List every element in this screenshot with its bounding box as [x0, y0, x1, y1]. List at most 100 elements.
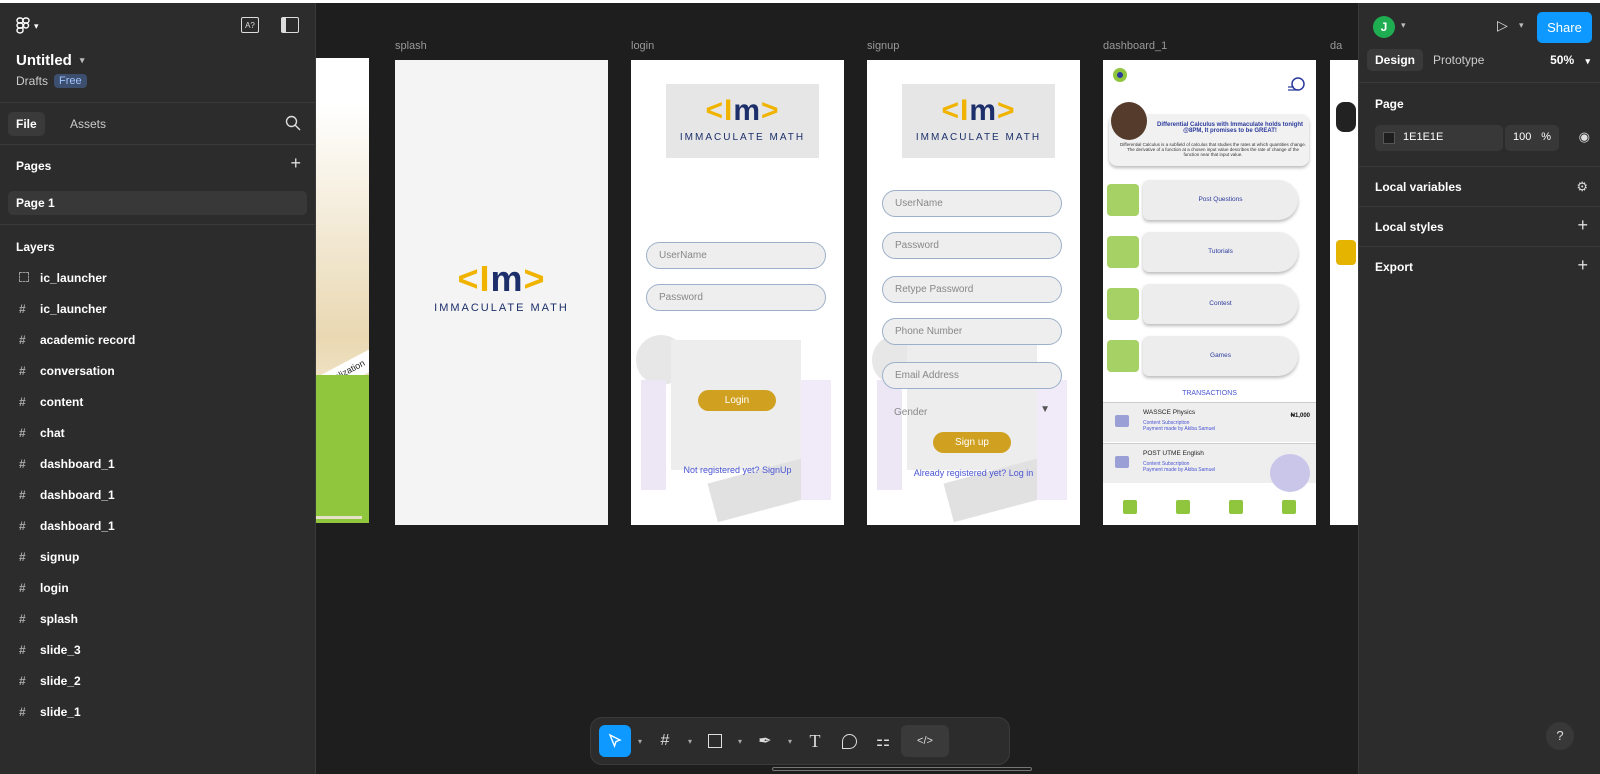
chevron-down-icon[interactable]: ▾	[733, 737, 747, 746]
search-icon[interactable]	[285, 115, 301, 131]
nav-chart-icon[interactable]	[1175, 500, 1190, 514]
design-canvas[interactable]: socialization splash <Im> IMMACULATE MAT…	[316, 3, 1358, 774]
dev-mode-icon[interactable]: </>	[901, 725, 949, 757]
phone-input[interactable]: Phone Number	[882, 318, 1062, 345]
layer-item[interactable]: # slide_2	[0, 666, 316, 696]
eye-icon[interactable]: ◉	[1579, 129, 1590, 145]
frame-label[interactable]: dashboard_1	[1103, 40, 1167, 52]
transaction-row[interactable]: POST UTME English Content Subscription P…	[1103, 443, 1316, 492]
panel-toggle-icon[interactable]	[281, 17, 299, 33]
menu-contest[interactable]: Contest	[1143, 284, 1298, 324]
password-input[interactable]: Password	[646, 284, 826, 311]
avatar	[1111, 102, 1147, 140]
actions-tool-icon[interactable]: ⚏	[867, 725, 899, 757]
layer-item[interactable]: # login	[0, 573, 316, 603]
page-item[interactable]: Page 1	[8, 191, 307, 215]
announcement-card[interactable]: Differential Calculus with Immaculate ho…	[1109, 102, 1309, 166]
frame-label[interactable]: login	[631, 40, 654, 52]
layer-item[interactable]: # conversation	[0, 356, 316, 386]
frame-tool-icon[interactable]: #	[649, 725, 681, 757]
layer-item[interactable]: # dashboard_1	[0, 449, 316, 479]
splash-frame[interactable]: <Im> IMMACULATE MATH	[395, 60, 608, 525]
drafts-label[interactable]: Drafts	[16, 74, 48, 88]
layer-item[interactable]: # slide_1	[0, 697, 316, 727]
transaction-payer: Payment made by Akiba Samuel	[1143, 426, 1216, 432]
signup-frame[interactable]: <Im> IMMACULATE MATH UserName Password Re…	[867, 60, 1080, 525]
video-icon	[1115, 456, 1129, 468]
signup-button[interactable]: Sign up	[933, 432, 1011, 453]
menu-games[interactable]: Games	[1143, 336, 1298, 376]
layer-item[interactable]: # ic_launcher	[0, 294, 316, 324]
nav-list-icon[interactable]	[1122, 500, 1137, 514]
user-avatar[interactable]: J	[1373, 16, 1395, 38]
horizontal-scrollbar[interactable]	[772, 767, 1032, 771]
slide-frame[interactable]: socialization	[316, 58, 369, 523]
opacity-field[interactable]: 100%	[1505, 125, 1559, 151]
zoom-level[interactable]: 50% ▾	[1550, 53, 1590, 67]
frame-label[interactable]: splash	[395, 40, 427, 52]
add-page-icon[interactable]: +	[290, 153, 301, 174]
username-input[interactable]: UserName	[646, 242, 826, 269]
menu-tutorials[interactable]: Tutorials	[1143, 232, 1298, 272]
gender-select[interactable]: Gender ▼	[882, 400, 1062, 427]
login-frame[interactable]: <Im> IMMACULATE MATH UserName Password Lo…	[631, 60, 844, 525]
local-styles-section[interactable]: Local styles +	[1359, 207, 1600, 247]
frame-label[interactable]: signup	[867, 40, 899, 52]
signup-link[interactable]: Not registered yet? SignUp	[631, 465, 844, 475]
layer-item[interactable]: # splash	[0, 604, 316, 634]
layer-item[interactable]: # chat	[0, 418, 316, 448]
dashboard-frame[interactable]: Differential Calculus with Immaculate ho…	[1103, 60, 1316, 525]
comment-tool-icon[interactable]	[833, 725, 865, 757]
font-icon[interactable]: A?	[241, 17, 259, 33]
app-logo-icon	[1113, 68, 1127, 82]
add-style-icon[interactable]: +	[1577, 215, 1588, 236]
text-tool-icon[interactable]: T	[799, 725, 831, 757]
local-variables-section[interactable]: Local variables ⚙	[1359, 167, 1600, 207]
login-link[interactable]: Already registered yet? Log in	[867, 468, 1080, 478]
rectangle-tool-icon[interactable]	[699, 725, 731, 757]
tab-assets[interactable]: Assets	[62, 112, 114, 136]
chevron-down-icon[interactable]: ▾	[683, 737, 697, 746]
layer-item[interactable]: ic_launcher	[0, 263, 316, 293]
layer-item[interactable]: # academic record	[0, 325, 316, 355]
chevron-down-icon[interactable]: ▾	[783, 737, 797, 746]
email-input[interactable]: Email Address	[882, 362, 1062, 389]
help-button[interactable]: ?	[1546, 722, 1574, 750]
layer-item[interactable]: # signup	[0, 542, 316, 572]
chevron-down-icon[interactable]: ▾	[1519, 20, 1524, 31]
figma-logo-icon	[16, 17, 30, 34]
tab-prototype[interactable]: Prototype	[1425, 49, 1492, 71]
sliders-icon[interactable]: ⚙	[1576, 179, 1588, 195]
tab-design[interactable]: Design	[1367, 49, 1424, 71]
layer-item[interactable]: # dashboard_1	[0, 480, 316, 510]
file-title[interactable]: Untitled ▾	[16, 52, 84, 69]
retype-password-input[interactable]: Retype Password	[882, 276, 1062, 303]
layer-item[interactable]: # content	[0, 387, 316, 417]
password-input[interactable]: Password	[882, 232, 1062, 259]
export-section[interactable]: Export +	[1359, 247, 1600, 287]
slide-green-block	[316, 375, 369, 523]
transaction-amount: ₦1,000	[1290, 413, 1310, 419]
nav-profile-icon[interactable]	[1229, 500, 1244, 514]
transaction-row[interactable]: WASSCE Physics Content Subscription Paym…	[1103, 402, 1316, 442]
nav-chat-icon[interactable]	[1282, 500, 1297, 514]
partial-frame[interactable]	[1330, 60, 1358, 525]
present-play-icon[interactable]: ▷	[1497, 17, 1508, 34]
right-tabs: Design Prototype 50% ▾	[1359, 39, 1600, 83]
pen-tool-icon[interactable]: ✒	[749, 725, 781, 757]
chevron-down-icon[interactable]: ▾	[633, 737, 647, 746]
chevron-down-icon[interactable]: ▾	[1401, 20, 1406, 31]
add-export-icon[interactable]: +	[1577, 255, 1588, 276]
color-swatch[interactable]	[1383, 132, 1395, 144]
menu-post-questions[interactable]: Post Questions	[1143, 180, 1298, 220]
announcement-body: Differential Calculus is a subfield of c…	[1119, 142, 1307, 157]
frame-label[interactable]: da	[1330, 40, 1342, 52]
move-tool-icon[interactable]	[599, 725, 631, 757]
tab-file[interactable]: File	[8, 112, 45, 136]
login-button[interactable]: Login	[698, 390, 776, 411]
layer-item[interactable]: # slide_3	[0, 635, 316, 665]
username-input[interactable]: UserName	[882, 190, 1062, 217]
layer-item[interactable]: # dashboard_1	[0, 511, 316, 541]
main-menu-button[interactable]: ▾	[16, 17, 39, 35]
background-color-field[interactable]: 1E1E1E	[1375, 125, 1503, 151]
